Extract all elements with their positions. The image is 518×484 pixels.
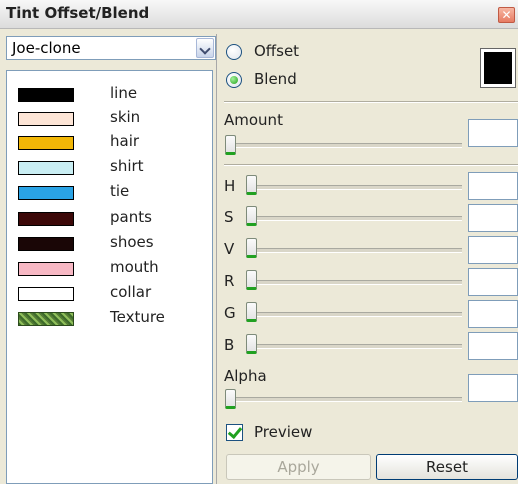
color-swatch — [18, 161, 74, 175]
part-list: line skin hair shirt tie pants shoes mou… — [6, 70, 213, 484]
blend-label: Blend — [254, 70, 297, 88]
s-slider-thumb[interactable] — [246, 206, 257, 226]
part-label: shoes — [110, 233, 154, 251]
tint-color-fill — [484, 52, 512, 84]
s-label: S — [224, 208, 234, 226]
close-button[interactable]: ✕ — [498, 7, 515, 23]
chevron-down-icon[interactable] — [196, 38, 214, 58]
g-label: G — [224, 304, 236, 322]
color-swatch — [18, 112, 74, 126]
part-label: collar — [110, 283, 152, 301]
checkmark-icon — [227, 423, 243, 440]
reset-button[interactable]: Reset — [376, 454, 518, 480]
color-swatch — [18, 88, 74, 102]
part-label: tie — [110, 182, 130, 200]
r-slider-track[interactable] — [246, 280, 462, 285]
window-title: Tint Offset/Blend — [6, 4, 150, 22]
s-slider-track[interactable] — [246, 216, 462, 221]
character-select-value: Joe-clone — [12, 39, 81, 57]
r-slider-thumb[interactable] — [246, 270, 257, 290]
alpha-label: Alpha — [224, 367, 267, 385]
s-value-field[interactable] — [468, 204, 518, 232]
color-swatch — [18, 262, 74, 276]
color-swatch — [18, 287, 74, 301]
part-item-line[interactable]: line — [7, 81, 212, 105]
apply-button[interactable]: Apply — [226, 454, 371, 480]
part-item-collar[interactable]: collar — [7, 280, 212, 304]
part-label: mouth — [110, 258, 159, 276]
color-swatch — [18, 136, 74, 150]
b-label: B — [224, 336, 235, 354]
h-value-field[interactable] — [468, 172, 518, 200]
b-slider-thumb[interactable] — [246, 334, 257, 354]
radio-selected-dot — [230, 76, 238, 84]
v-slider-track[interactable] — [246, 248, 462, 253]
separator — [224, 164, 518, 166]
preview-checkbox[interactable] — [226, 423, 243, 441]
h-slider-track[interactable] — [246, 185, 462, 190]
r-label: R — [224, 272, 235, 290]
b-slider-track[interactable] — [246, 344, 462, 349]
part-item-shirt[interactable]: shirt — [7, 154, 212, 178]
color-swatch — [18, 212, 74, 226]
close-icon: ✕ — [501, 8, 512, 22]
g-slider-thumb[interactable] — [246, 302, 257, 322]
offset-label: Offset — [254, 42, 300, 60]
part-item-hair[interactable]: hair — [7, 129, 212, 153]
part-item-tie[interactable]: tie — [7, 179, 212, 203]
blend-radio[interactable] — [226, 72, 242, 88]
alpha-slider-track[interactable] — [226, 397, 462, 402]
alpha-slider-thumb[interactable] — [225, 389, 236, 409]
preview-label: Preview — [254, 423, 313, 441]
b-value-field[interactable] — [468, 332, 518, 360]
alpha-value-field[interactable] — [468, 374, 518, 402]
h-label: H — [224, 177, 236, 195]
amount-slider-track[interactable] — [226, 143, 462, 148]
color-swatch — [18, 186, 74, 200]
v-label: V — [224, 240, 235, 258]
part-item-skin[interactable]: skin — [7, 105, 212, 129]
part-item-mouth[interactable]: mouth — [7, 255, 212, 279]
part-label: hair — [110, 132, 140, 150]
g-value-field[interactable] — [468, 300, 518, 328]
offset-radio[interactable] — [226, 44, 242, 60]
panel-divider — [216, 34, 217, 484]
title-bar: Tint Offset/Blend ✕ — [0, 0, 518, 29]
part-label: Texture — [110, 308, 165, 326]
v-slider-thumb[interactable] — [246, 238, 257, 258]
h-slider-thumb[interactable] — [246, 175, 257, 195]
character-select[interactable]: Joe-clone — [6, 36, 216, 60]
part-label: shirt — [110, 157, 144, 175]
g-slider-track[interactable] — [246, 312, 462, 317]
amount-label: Amount — [224, 111, 283, 129]
part-label: line — [110, 84, 138, 102]
v-value-field[interactable] — [468, 236, 518, 264]
color-swatch — [18, 237, 74, 251]
separator — [224, 101, 518, 103]
part-item-pants[interactable]: pants — [7, 205, 212, 229]
amount-slider-thumb[interactable] — [225, 135, 236, 155]
amount-value-field[interactable] — [468, 119, 518, 147]
part-label: pants — [110, 208, 152, 226]
tint-color-swatch[interactable] — [480, 48, 516, 88]
part-item-shoes[interactable]: shoes — [7, 230, 212, 254]
part-item-texture[interactable]: Texture — [7, 305, 212, 329]
part-label: skin — [110, 108, 141, 126]
r-value-field[interactable] — [468, 268, 518, 296]
texture-icon — [18, 312, 74, 326]
